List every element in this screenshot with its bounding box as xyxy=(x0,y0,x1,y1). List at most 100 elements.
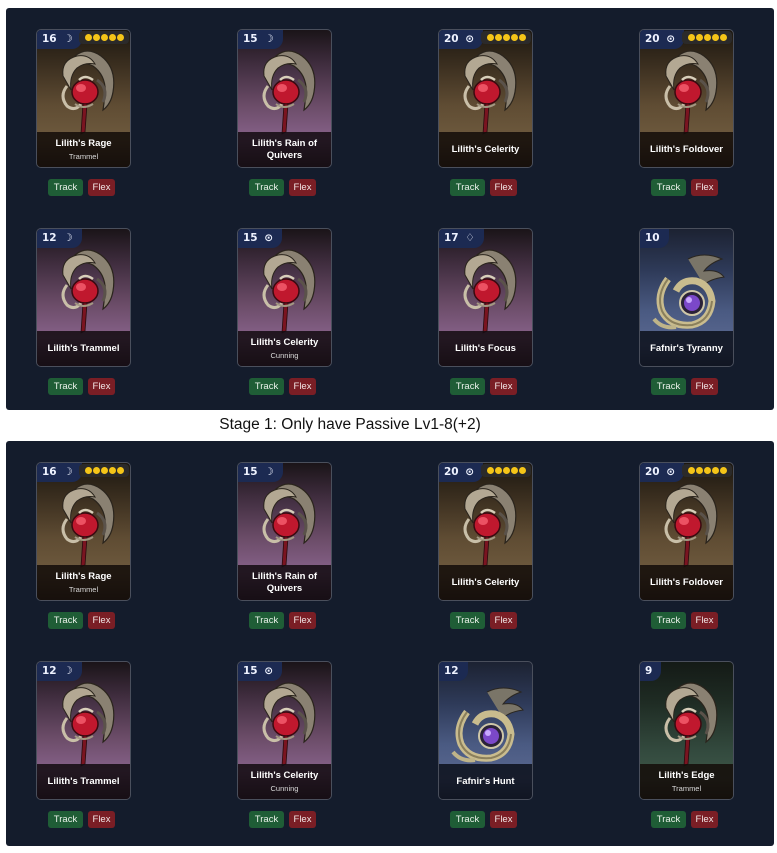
track-button[interactable]: Track xyxy=(249,378,284,395)
card-actions: Track Flex xyxy=(651,179,718,196)
artifact-name: Lilith's Celerity xyxy=(250,337,319,348)
artifact-card[interactable]: 12 ☽ Lilith's Trammel xyxy=(36,661,131,800)
star-icon xyxy=(695,34,703,41)
star-icon xyxy=(502,467,510,474)
flex-button[interactable]: Flex xyxy=(88,811,115,828)
moon-icon: ☽ xyxy=(63,665,73,677)
circle-icon: ⊙ xyxy=(264,232,274,244)
card-actions: Track Flex xyxy=(249,612,316,629)
stars-rating xyxy=(682,31,732,44)
flex-button[interactable]: Flex xyxy=(490,179,517,196)
moon-icon: ☽ xyxy=(264,33,274,45)
artifact-card[interactable]: 20 ⊙ Lilith's Celerity xyxy=(438,462,533,601)
track-button[interactable]: Track xyxy=(651,378,686,395)
artifact-card[interactable]: 20 ⊙ Lilith's Foldover xyxy=(639,29,734,168)
name-plate: Lilith's Trammel xyxy=(37,331,130,366)
artifact-card[interactable]: 10 Fafnir's Tyranny xyxy=(639,228,734,367)
artifact-card[interactable]: 12 Fafnir's Hunt xyxy=(438,661,533,800)
flex-button[interactable]: Flex xyxy=(88,612,115,629)
level-value: 12 xyxy=(42,232,57,244)
track-button[interactable]: Track xyxy=(651,179,686,196)
level-value: 10 xyxy=(645,232,660,244)
artifact-card[interactable]: 20 ⊙ Lilith's Celerity xyxy=(438,29,533,168)
name-plate: Lilith's Edge Trammel xyxy=(640,764,733,799)
track-button[interactable]: Track xyxy=(48,179,83,196)
card-actions: Track Flex xyxy=(651,378,718,395)
card-actions: Track Flex xyxy=(249,378,316,395)
dragon-artifact-image xyxy=(648,245,726,337)
circle-icon: ⊙ xyxy=(465,33,475,45)
track-button[interactable]: Track xyxy=(249,179,284,196)
relic-artifact-image xyxy=(45,479,123,571)
star-icon xyxy=(518,467,526,474)
star-icon xyxy=(84,467,92,474)
artifact-name: Fafnir's Hunt xyxy=(456,775,515,787)
flex-button[interactable]: Flex xyxy=(88,179,115,196)
artifact-card[interactable]: 15 ⊙ Lilith's Celerity Cunning xyxy=(237,661,332,800)
flex-button[interactable]: Flex xyxy=(691,612,718,629)
level-badge: 17 ♢ xyxy=(439,229,484,248)
level-value: 20 xyxy=(444,33,459,45)
track-button[interactable]: Track xyxy=(450,179,485,196)
track-button[interactable]: Track xyxy=(249,612,284,629)
track-button[interactable]: Track xyxy=(450,811,485,828)
track-button[interactable]: Track xyxy=(450,378,485,395)
artifact-card[interactable]: 15 ⊙ Lilith's Celerity Cunning xyxy=(237,228,332,367)
card-actions: Track Flex xyxy=(450,378,517,395)
track-button[interactable]: Track xyxy=(450,612,485,629)
relic-artifact-image xyxy=(45,245,123,337)
star-icon xyxy=(703,34,711,41)
flex-button[interactable]: Flex xyxy=(289,179,316,196)
flex-button[interactable]: Flex xyxy=(88,378,115,395)
artifact-card[interactable]: 20 ⊙ Lilith's Foldover xyxy=(639,462,734,601)
name-plate: Lilith's Celerity Cunning xyxy=(238,764,331,799)
circle-icon: ⊙ xyxy=(666,466,676,478)
flex-button[interactable]: Flex xyxy=(289,378,316,395)
star-icon xyxy=(116,34,124,41)
artifact-card[interactable]: 9 Lilith's Edge Trammel xyxy=(639,661,734,800)
flex-button[interactable]: Flex xyxy=(691,179,718,196)
star-icon xyxy=(100,34,108,41)
name-plate: Fafnir's Tyranny xyxy=(640,331,733,366)
flex-button[interactable]: Flex xyxy=(490,378,517,395)
star-icon xyxy=(719,467,727,474)
level-value: 16 xyxy=(42,33,57,45)
track-button[interactable]: Track xyxy=(48,378,83,395)
flex-button[interactable]: Flex xyxy=(289,811,316,828)
artifact-card[interactable]: 15 ☽ Lilith's Rain of Quivers xyxy=(237,29,332,168)
level-badge: 16 ☽ xyxy=(37,30,82,49)
relic-artifact-image xyxy=(648,479,726,571)
artifact-card[interactable]: 16 ☽ Lilith's Rage Trammel xyxy=(36,29,131,168)
flex-button[interactable]: Flex xyxy=(691,378,718,395)
moon-icon: ☽ xyxy=(63,33,73,45)
artifact-name: Lilith's Rage xyxy=(55,571,112,582)
star-icon xyxy=(84,34,92,41)
level-badge: 15 ☽ xyxy=(238,30,283,49)
moon-icon: ☽ xyxy=(264,466,274,478)
artifact-name: Fafnir's Tyranny xyxy=(650,342,723,354)
flex-button[interactable]: Flex xyxy=(691,811,718,828)
level-value: 9 xyxy=(645,665,653,677)
flex-button[interactable]: Flex xyxy=(490,612,517,629)
track-button[interactable]: Track xyxy=(249,811,284,828)
track-button[interactable]: Track xyxy=(48,811,83,828)
track-button[interactable]: Track xyxy=(651,612,686,629)
artifact-card[interactable]: 16 ☽ Lilith's Rage Trammel xyxy=(36,462,131,601)
level-value: 20 xyxy=(645,466,660,478)
star-icon xyxy=(703,467,711,474)
card-actions: Track Flex xyxy=(249,811,316,828)
track-button[interactable]: Track xyxy=(651,811,686,828)
artifact-card[interactable]: 12 ☽ Lilith's Trammel xyxy=(36,228,131,367)
level-badge: 10 xyxy=(640,229,669,248)
flex-button[interactable]: Flex xyxy=(490,811,517,828)
name-plate: Lilith's Celerity xyxy=(439,132,532,167)
level-badge: 20 ⊙ xyxy=(439,30,484,49)
artifact-name: Lilith's Trammel xyxy=(47,342,120,354)
flex-button[interactable]: Flex xyxy=(289,612,316,629)
artifact-card[interactable]: 17 ♢ Lilith's Focus xyxy=(438,228,533,367)
track-button[interactable]: Track xyxy=(48,612,83,629)
card-actions: Track Flex xyxy=(450,612,517,629)
name-plate: Lilith's Rage Trammel xyxy=(37,132,130,167)
circle-icon: ⊙ xyxy=(264,665,274,677)
artifact-card[interactable]: 15 ☽ Lilith's Rain of Quivers xyxy=(237,462,332,601)
